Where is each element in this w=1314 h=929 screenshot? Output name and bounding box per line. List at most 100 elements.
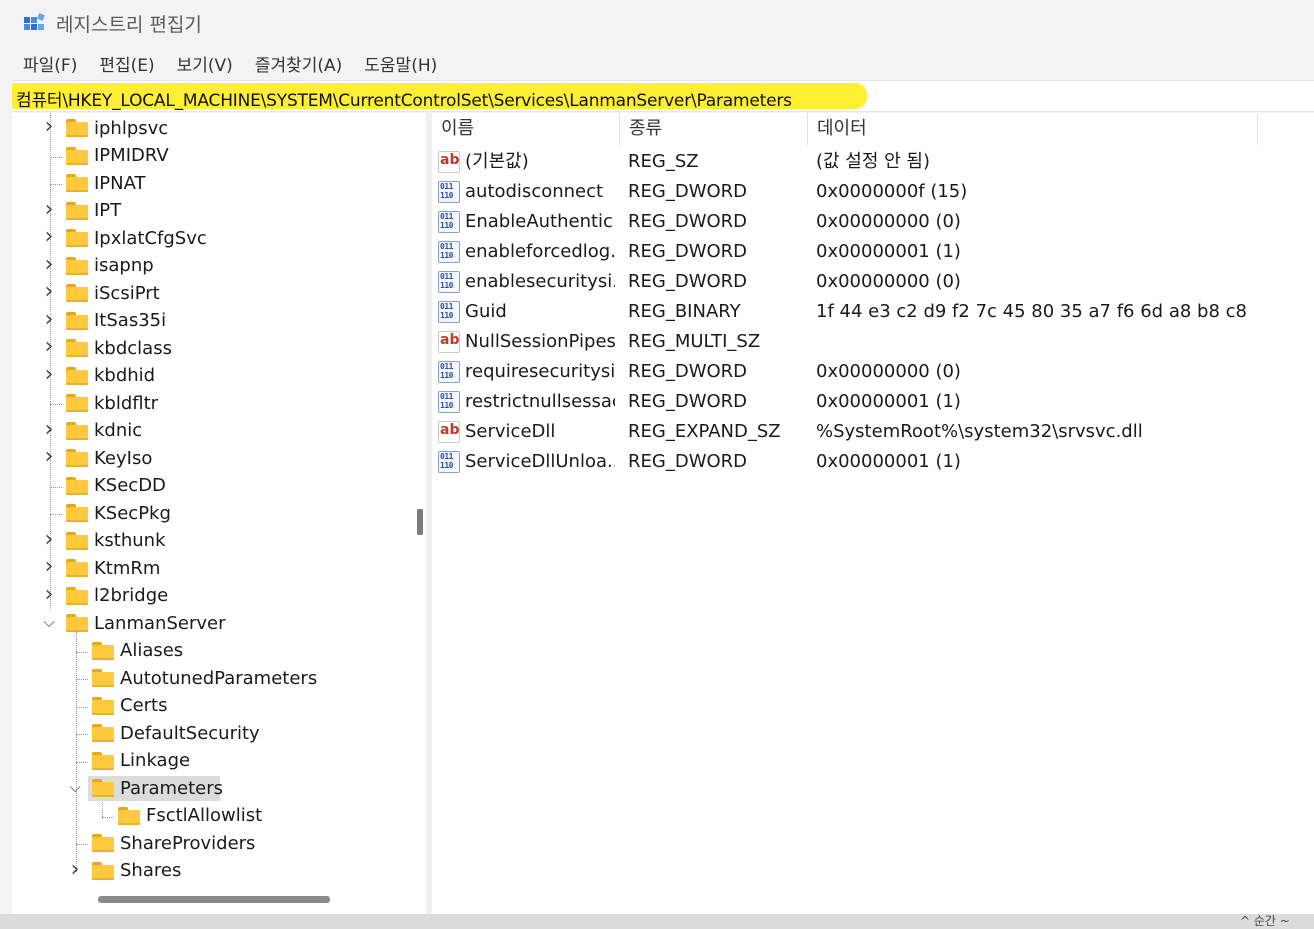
chevron-right-icon[interactable]: › xyxy=(68,857,82,882)
chevron-right-icon[interactable]: › xyxy=(42,362,56,387)
tree-item-label: Aliases xyxy=(120,640,184,661)
tree-item[interactable]: iScsiPrt xyxy=(66,280,160,306)
tree-item-label: iScsiPrt xyxy=(94,282,160,304)
chevron-right-icon[interactable]: › xyxy=(42,444,56,469)
value-data: (값 설정 안 됨) xyxy=(816,151,931,172)
folder-icon xyxy=(92,834,114,852)
value-list-panel[interactable]: 이름 종류 데이터 ab (기본값) REG_SZ (값 설정 안 됨) 011 110 a… xyxy=(432,113,1314,914)
tree-item[interactable]: l2bridge xyxy=(66,583,168,609)
chevron-right-icon[interactable]: › xyxy=(42,582,56,607)
folder-icon xyxy=(66,366,88,385)
value-data: 0x00000000 (0) xyxy=(816,211,961,232)
menu-file[interactable]: 파일(F) xyxy=(12,51,88,76)
chevron-right-icon[interactable]: › xyxy=(42,307,56,332)
tree-item[interactable]: FsctlAllowlist xyxy=(118,803,262,829)
value-type: REG_EXPAND_SZ xyxy=(628,421,781,442)
value-row[interactable]: 011 110 autodisconnect REG_DWORD 0x0000000f … xyxy=(432,177,1314,207)
value-row[interactable]: ab NullSessionPipes REG_MULTI_SZ xyxy=(432,327,1314,357)
menu-help[interactable]: 도움말(H) xyxy=(353,51,448,76)
menu-favorites[interactable]: 즐겨찾기(A) xyxy=(244,51,353,76)
binary-value-icon: 011 110 xyxy=(438,241,460,263)
tree-item-label: IPNAT xyxy=(94,172,146,194)
value-row[interactable]: ab ServiceDll REG_EXPAND_SZ %SystemRoot%\sy… xyxy=(432,417,1314,447)
tree-item-label: kbdhid xyxy=(94,365,156,386)
tree-item-label: AutotunedParameters xyxy=(120,667,318,689)
tree-item[interactable]: kdnic xyxy=(66,418,142,444)
tree-item-label: l2bridge xyxy=(94,585,169,606)
tree-item[interactable]: Shares xyxy=(92,858,181,884)
folder-icon xyxy=(66,531,88,550)
tree-connector-line xyxy=(76,651,88,653)
folder-icon xyxy=(66,614,88,632)
chevron-right-icon[interactable]: › xyxy=(42,197,56,222)
tree-item[interactable]: LanmanServer xyxy=(66,610,225,636)
tree-item[interactable]: KtmRm xyxy=(66,555,160,581)
tree-item[interactable]: KeyIso xyxy=(66,445,152,471)
tree-vertical-scroll-thumb[interactable] xyxy=(417,509,423,535)
tree-item[interactable]: Parameters xyxy=(92,775,223,801)
value-type: REG_SZ xyxy=(628,151,699,172)
tree-item[interactable]: DefaultSecurity xyxy=(92,720,260,746)
chevron-right-icon[interactable]: › xyxy=(42,252,56,277)
tree-item[interactable]: Aliases xyxy=(92,638,183,664)
chevron-down-icon[interactable]: ⌵ xyxy=(68,778,82,796)
tree-item[interactable]: Linkage xyxy=(92,748,190,774)
tree-item[interactable]: Certs xyxy=(92,693,167,719)
value-row[interactable]: ab (기본값) REG_SZ (값 설정 안 됨) xyxy=(432,147,1314,177)
tree-item[interactable]: IpxlatCfgSvc xyxy=(66,225,207,251)
tree-item-label: ksthunk xyxy=(94,530,166,551)
chevron-right-icon[interactable]: › xyxy=(42,224,56,249)
tree-item[interactable]: kbdclass xyxy=(66,335,172,361)
tree-connector-line xyxy=(50,486,62,488)
tree-vertical-scrollbar[interactable] xyxy=(408,113,426,914)
tree-item-label: DefaultSecurity xyxy=(120,722,260,744)
chevron-right-icon[interactable]: › xyxy=(42,114,56,139)
tree-item[interactable]: IPT xyxy=(66,198,121,224)
tree-item[interactable]: AutotunedParameters xyxy=(92,665,317,691)
value-row[interactable]: 011110requiresecuritysi... REG_DWORD 0x000… xyxy=(432,357,1314,387)
chevron-right-icon[interactable]: › xyxy=(42,334,56,359)
tree-item[interactable]: ShareProviders xyxy=(92,830,255,856)
column-header-data[interactable]: 데이터 xyxy=(808,113,1258,145)
tree-item[interactable]: IPNAT xyxy=(66,170,146,196)
registry-editor-window: 레지스트리 편집기 파일(F) 편집(E) 보기(V) 즐겨찾기(A) 도움말(… xyxy=(0,0,1314,914)
tree-item[interactable]: ksthunk xyxy=(66,528,166,554)
chevron-down-icon[interactable]: ⌵ xyxy=(42,613,56,631)
chevron-right-icon[interactable]: › xyxy=(42,527,56,552)
tree-item[interactable]: ItSas35i xyxy=(66,308,166,334)
address-path[interactable]: 컴퓨터\HKEY_LOCAL_MACHINE\SYSTEM\CurrentCon… xyxy=(16,86,792,111)
value-row[interactable]: 011 110 enablesecuritysi... REG_DWORD 0x0000… xyxy=(432,267,1314,297)
title-bar[interactable]: 레지스트리 편집기 xyxy=(0,0,1314,44)
tree-item[interactable]: kbldfltr xyxy=(66,390,158,416)
value-row[interactable]: 011 110 EnableAuthentic... REG_DWORD 0x00000… xyxy=(432,207,1314,237)
value-row[interactable]: 011 110 Guid REG_BINARY 1f 44 e3 c2 d9 f2 7c… xyxy=(432,297,1314,327)
tree-item-label: Linkage xyxy=(120,750,191,771)
value-type: REG_DWORD xyxy=(628,211,748,232)
value-type: REG_DWORD xyxy=(628,451,748,472)
tree-item[interactable]: IPMIDRV xyxy=(66,143,169,169)
tree-item[interactable]: KSecPkg xyxy=(66,500,171,526)
tree-item[interactable]: KSecDD xyxy=(66,473,166,499)
tree-item[interactable]: kbdhid xyxy=(66,363,155,389)
value-row[interactable]: 011110restrictnullsessac... REG_DWORD 0x00… xyxy=(432,387,1314,417)
tree-item[interactable]: iphlpsvc xyxy=(66,115,168,141)
tree-horizontal-scroll-thumb[interactable] xyxy=(98,896,330,903)
tree-item-label: ShareProviders xyxy=(120,832,256,854)
chevron-right-icon[interactable]: › xyxy=(42,554,56,579)
value-row[interactable]: 011 110 enableforcedlog... REG_DWORD 0x00000… xyxy=(432,237,1314,267)
folder-icon xyxy=(66,476,88,495)
chevron-right-icon[interactable]: › xyxy=(42,279,56,304)
key-tree-panel[interactable]: iphlpsvc › IPMIDRV IPNAT IPT › IpxlatCfgSvc › is… xyxy=(12,113,426,914)
value-name: ServiceDll xyxy=(465,421,556,442)
tree-connector-line xyxy=(76,761,88,763)
value-name: enablesecuritysi... xyxy=(465,271,615,292)
menu-view[interactable]: 보기(V) xyxy=(166,51,244,76)
column-header-type[interactable]: 종류 xyxy=(620,113,808,145)
folder-icon xyxy=(66,174,88,192)
value-row[interactable]: 011 110 ServiceDllUnloa... REG_DWORD 0x00000… xyxy=(432,447,1314,477)
column-header-name[interactable]: 이름 xyxy=(432,113,620,145)
tree-item[interactable]: isapnp xyxy=(66,253,154,279)
chevron-right-icon[interactable]: › xyxy=(42,417,56,442)
menu-edit[interactable]: 편집(E) xyxy=(88,51,165,76)
address-bar[interactable]: 컴퓨터\HKEY_LOCAL_MACHINE\SYSTEM\CurrentCon… xyxy=(12,80,1314,112)
